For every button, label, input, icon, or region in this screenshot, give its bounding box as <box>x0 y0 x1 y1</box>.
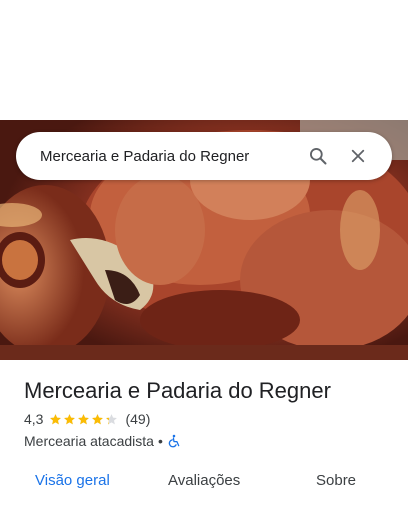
close-icon <box>351 149 365 163</box>
rating-stars <box>49 413 119 426</box>
star-icon <box>92 413 104 424</box>
close-button[interactable] <box>340 138 376 174</box>
category-row: Mercearia atacadista • <box>24 433 181 449</box>
search-button[interactable] <box>300 138 336 174</box>
search-bar[interactable]: Mercearia e Padaria do Regner <box>16 132 392 180</box>
rating-row[interactable]: 4,3 (49) <box>24 411 150 427</box>
reviews-count[interactable]: (49) <box>125 411 150 427</box>
star-icon <box>64 413 76 424</box>
rating-value: 4,3 <box>24 411 44 427</box>
place-category[interactable]: Mercearia atacadista <box>24 433 154 449</box>
star-icon <box>50 413 62 424</box>
search-input[interactable]: Mercearia e Padaria do Regner <box>40 148 296 165</box>
tab-about[interactable]: Sobre <box>316 472 356 489</box>
tab-reviews[interactable]: Avaliações <box>168 472 240 489</box>
star-icon <box>78 413 90 424</box>
wheelchair-icon[interactable] <box>167 434 181 448</box>
search-icon <box>310 148 327 165</box>
place-tabs: Visão geral Avaliações Sobre <box>0 466 408 506</box>
tab-overview[interactable]: Visão geral <box>35 472 110 489</box>
separator-dot: • <box>157 433 163 449</box>
star-icon <box>106 413 118 424</box>
place-title: Mercearia e Padaria do Regner <box>24 378 331 403</box>
